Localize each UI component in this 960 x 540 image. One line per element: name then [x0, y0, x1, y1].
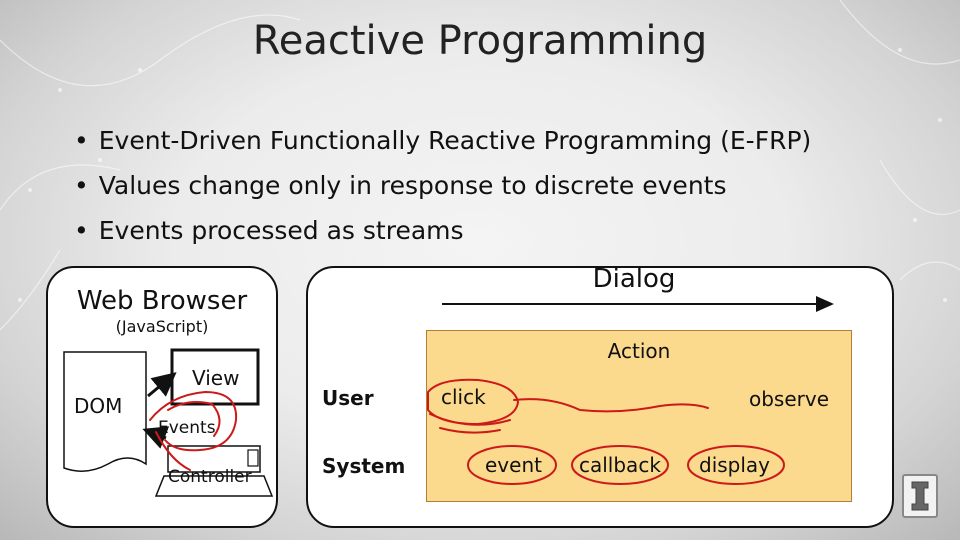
university-logo-icon: [902, 474, 938, 518]
slide: Reactive Programming Event-Driven Functi…: [0, 0, 960, 540]
bullet-list: Event-Driven Functionally Reactive Progr…: [74, 118, 812, 253]
system-row-label: System: [322, 454, 406, 478]
observe-label: observe: [749, 387, 830, 411]
controller-label: Controller: [168, 467, 252, 487]
click-label: click: [441, 385, 486, 409]
web-browser-box: Web Browser (JavaScript) DOM View Events…: [46, 266, 278, 528]
dom-label: DOM: [74, 394, 123, 418]
event-label: event: [485, 453, 542, 477]
bullet-item: Event-Driven Functionally Reactive Progr…: [74, 118, 812, 163]
user-row-label: User: [322, 386, 374, 410]
action-label: Action: [607, 339, 671, 363]
dom-to-view-arrow: [147, 372, 177, 398]
events-label: Events: [158, 418, 216, 438]
dialog-box: Dialog Action click observe event callba…: [306, 264, 894, 528]
dialog-arrow: [442, 296, 834, 312]
bullet-item: Events processed as streams: [74, 208, 811, 253]
view-label: View: [192, 366, 240, 390]
display-label: display: [699, 453, 771, 477]
bullet-item: Values change only in response to discre…: [74, 163, 811, 208]
slide-title: Reactive Programming: [252, 18, 708, 64]
callback-label: callback: [579, 453, 661, 477]
action-panel: Action click observe event callback disp…: [426, 330, 852, 502]
